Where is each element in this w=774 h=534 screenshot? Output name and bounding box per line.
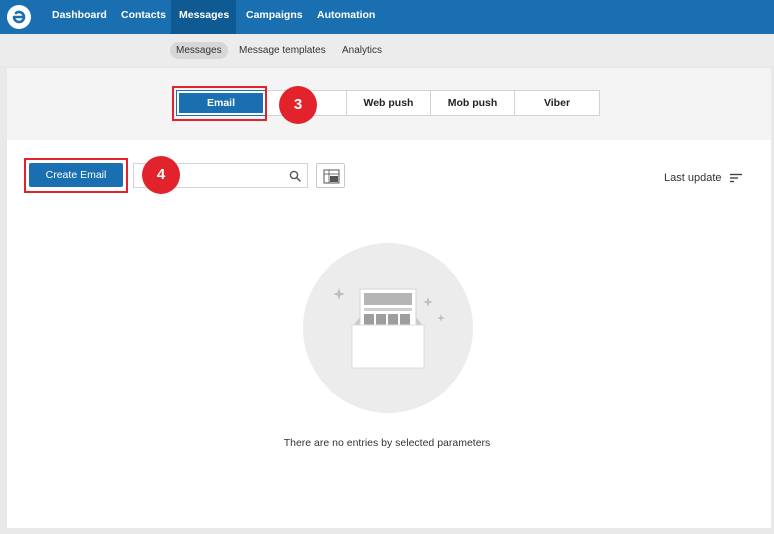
callout-step-3: 3 xyxy=(279,86,317,124)
highlight-create-button xyxy=(24,158,128,193)
nav-automation[interactable]: Automation xyxy=(309,0,383,34)
nav-messages[interactable]: Messages xyxy=(171,0,236,34)
nav-dashboard[interactable]: Dashboard xyxy=(44,0,115,34)
sort-label[interactable]: Last update xyxy=(664,172,722,184)
tab-viber[interactable]: Viber xyxy=(515,91,599,115)
empty-state-message: There are no entries by selected paramet… xyxy=(283,437,491,449)
callout-step-4: 4 xyxy=(142,156,180,194)
tab-web-push[interactable]: Web push xyxy=(347,91,431,115)
subnav-analytics[interactable]: Analytics xyxy=(336,42,388,59)
subnav-messages[interactable]: Messages xyxy=(170,42,228,59)
export-button[interactable] xyxy=(316,163,345,188)
top-navigation: Dashboard Contacts Messages Campaigns Au… xyxy=(0,0,774,34)
sub-navigation: Messages Message templates Analytics xyxy=(0,34,774,66)
sort-icon[interactable] xyxy=(730,173,742,183)
logo-glyph-icon xyxy=(8,6,30,28)
nav-contacts[interactable]: Contacts xyxy=(113,0,174,34)
highlight-email-tab xyxy=(172,86,267,121)
tab-mob-push[interactable]: Mob push xyxy=(431,91,515,115)
empty-email-icon xyxy=(333,288,445,369)
nav-campaigns[interactable]: Campaigns xyxy=(238,0,311,34)
export-xls-icon xyxy=(323,169,340,184)
search-icon[interactable] xyxy=(289,170,301,182)
app-logo-icon[interactable] xyxy=(7,5,31,29)
subnav-message-templates[interactable]: Message templates xyxy=(233,42,332,59)
